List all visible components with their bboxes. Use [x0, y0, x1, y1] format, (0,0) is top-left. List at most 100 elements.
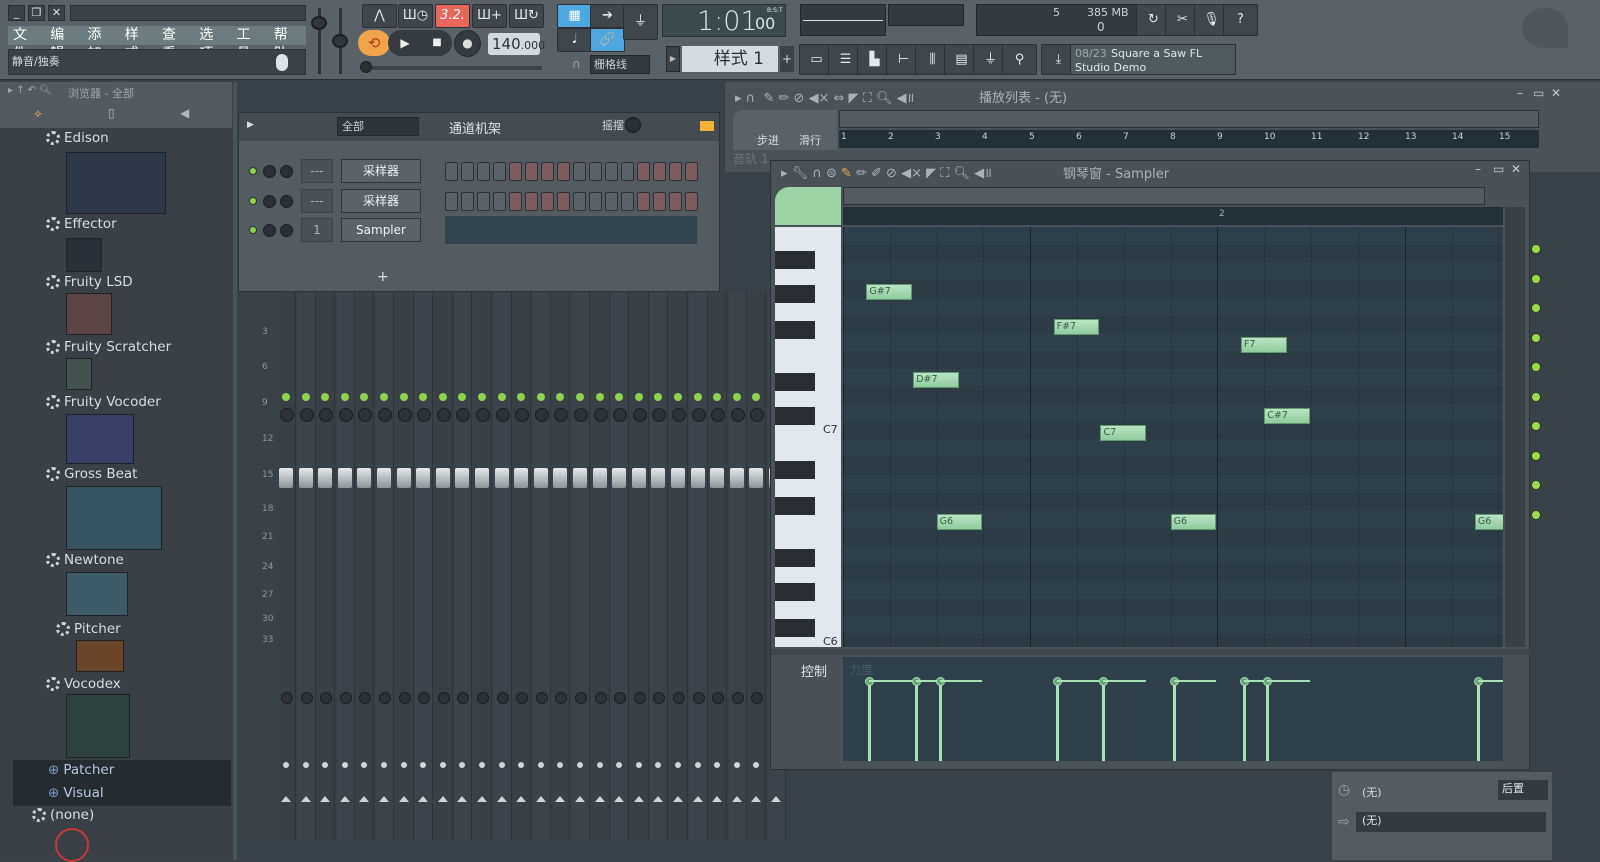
channel-pan-knob[interactable] — [280, 164, 293, 178]
note[interactable]: F#7 — [1053, 319, 1100, 335]
channel-mute-led[interactable] — [249, 197, 257, 205]
insert-pan-knob[interactable] — [554, 408, 569, 422]
step-button[interactable] — [653, 161, 666, 181]
step-button[interactable] — [605, 191, 618, 211]
insert-route-dot[interactable] — [596, 762, 603, 768]
insert-enable-led[interactable] — [556, 393, 565, 401]
insert-stereo-knob[interactable] — [575, 692, 587, 704]
piano-toolbar-icons[interactable]: ▸ 🔧︎ ∩ ⊜ ✎ ✏ ✐ ⊘ ◀× ◤ ⛶ 🔍︎ ◀॥ — [781, 163, 992, 181]
send-arrow-icon[interactable] — [673, 796, 683, 802]
step-button[interactable] — [461, 161, 474, 181]
add-channel-button[interactable]: + — [377, 269, 389, 285]
insert-enable-led[interactable] — [615, 393, 624, 401]
browser-item-visual[interactable]: ⊕ Visual — [48, 785, 104, 801]
insert-enable-led[interactable] — [438, 393, 447, 401]
insert-route-dot[interactable] — [753, 762, 760, 768]
send-arrow-icon[interactable] — [594, 796, 605, 802]
insert-volume-fader[interactable] — [435, 468, 450, 488]
browser-item-patcher[interactable]: ⊕ Patcher — [48, 762, 114, 778]
send-arrow-icon[interactable] — [496, 796, 507, 802]
menu-tools[interactable]: 工具 — [232, 26, 269, 62]
insert-route-dot[interactable] — [479, 762, 485, 768]
velocity-bar[interactable] — [915, 681, 919, 761]
channel-name-button[interactable]: 采样器 — [341, 189, 421, 213]
close-button[interactable]: ✕ — [48, 5, 65, 21]
send-arrow-icon[interactable] — [555, 796, 566, 802]
insert-volume-fader[interactable] — [475, 468, 489, 488]
insert-route-dot[interactable] — [381, 762, 387, 768]
playlist-minimize[interactable]: – — [1517, 86, 1523, 100]
send-arrow-icon[interactable] — [339, 796, 350, 802]
send-arrow-icon[interactable] — [320, 796, 331, 802]
insert-pan-knob[interactable] — [358, 408, 373, 422]
insert-enable-led[interactable] — [517, 393, 526, 401]
insert-enable-led[interactable] — [654, 393, 663, 401]
note[interactable]: G6 — [1474, 514, 1503, 530]
step-button[interactable] — [445, 191, 458, 211]
menu-help[interactable]: 帮助 — [269, 26, 306, 62]
fx-slot-1[interactable]: (无) — [1362, 784, 1382, 800]
insert-enable-led[interactable] — [458, 393, 467, 401]
insert-volume-fader[interactable] — [729, 468, 744, 488]
insert-enable-led[interactable] — [752, 393, 761, 401]
step-button[interactable] — [589, 161, 602, 181]
browser-item-newtone[interactable]: Newtone — [46, 552, 124, 568]
insert-pan-knob[interactable] — [436, 408, 451, 422]
browser-item-fruity-scratcher[interactable]: Fruity Scratcher — [46, 339, 171, 355]
insert-enable-led[interactable] — [1531, 362, 1541, 372]
fx-route-select[interactable]: (无) — [1356, 812, 1546, 832]
playlist-close[interactable]: ✕ — [1551, 86, 1561, 100]
channel-mute-led[interactable] — [249, 226, 257, 234]
menu-file[interactable]: 文件 — [8, 26, 45, 62]
insert-enable-led[interactable] — [1531, 273, 1541, 284]
insert-route-dot[interactable] — [577, 762, 583, 768]
step-mode-label[interactable]: 步进 — [757, 132, 779, 148]
black-key[interactable] — [775, 407, 815, 425]
channel-pan-knob[interactable] — [280, 194, 293, 208]
step-button[interactable] — [557, 191, 570, 211]
insert-stereo-knob[interactable] — [731, 692, 744, 704]
insert-pan-knob[interactable] — [750, 408, 765, 422]
step-button[interactable] — [557, 161, 570, 181]
insert-pan-knob[interactable] — [319, 408, 334, 422]
insert-stereo-knob[interactable] — [673, 692, 685, 704]
record-button[interactable]: ● — [454, 30, 481, 57]
send-arrow-icon[interactable] — [437, 796, 448, 802]
step-button[interactable] — [573, 191, 586, 211]
insert-enable-led[interactable] — [282, 393, 290, 401]
insert-enable-led[interactable] — [693, 393, 702, 401]
insert-pan-knob[interactable] — [691, 408, 706, 422]
note[interactable]: G6 — [936, 514, 983, 530]
insert-stereo-knob[interactable] — [339, 692, 352, 704]
rack-graph-icon[interactable] — [700, 121, 714, 131]
insert-pan-knob[interactable] — [299, 408, 314, 422]
channel-mixer-track[interactable]: --- — [301, 189, 333, 213]
insert-stereo-knob[interactable] — [633, 692, 646, 704]
tempo-field[interactable]: 140.000 — [488, 33, 545, 55]
velocity-bar[interactable] — [1172, 681, 1176, 761]
insert-stereo-knob[interactable] — [516, 692, 529, 704]
insert-stereo-knob[interactable] — [614, 692, 627, 704]
channel-volume-knob[interactable] — [263, 223, 276, 237]
step-button[interactable] — [509, 191, 522, 211]
insert-volume-fader[interactable] — [279, 468, 293, 488]
menu-view[interactable]: 查看 — [157, 26, 194, 62]
step-button[interactable] — [541, 161, 554, 181]
playlist-timeline[interactable]: 1 2 3 4 5 6 7 8 9 10 11 12 13 14 15 — [839, 130, 1539, 148]
step-button[interactable] — [525, 161, 538, 181]
news-panel[interactable]: 08/23 Square a Saw FL Studio Demo — [1070, 44, 1236, 75]
note[interactable]: C7 — [1100, 425, 1147, 441]
browser-item-fruity-vocoder[interactable]: Fruity Vocoder — [46, 394, 161, 410]
insert-route-dot[interactable] — [635, 762, 642, 768]
master-pitch-handle[interactable] — [332, 34, 348, 48]
insert-enable-led[interactable] — [634, 393, 643, 401]
velocity-bar[interactable] — [1242, 681, 1246, 761]
swing-knob[interactable] — [625, 117, 641, 133]
insert-volume-fader[interactable] — [377, 468, 391, 488]
insert-volume-fader[interactable] — [455, 468, 470, 488]
black-key[interactable] — [775, 321, 815, 339]
step-button[interactable] — [477, 191, 490, 211]
insert-enable-led[interactable] — [674, 393, 682, 401]
insert-volume-fader[interactable] — [553, 468, 568, 488]
insert-enable-led[interactable] — [1531, 244, 1541, 254]
